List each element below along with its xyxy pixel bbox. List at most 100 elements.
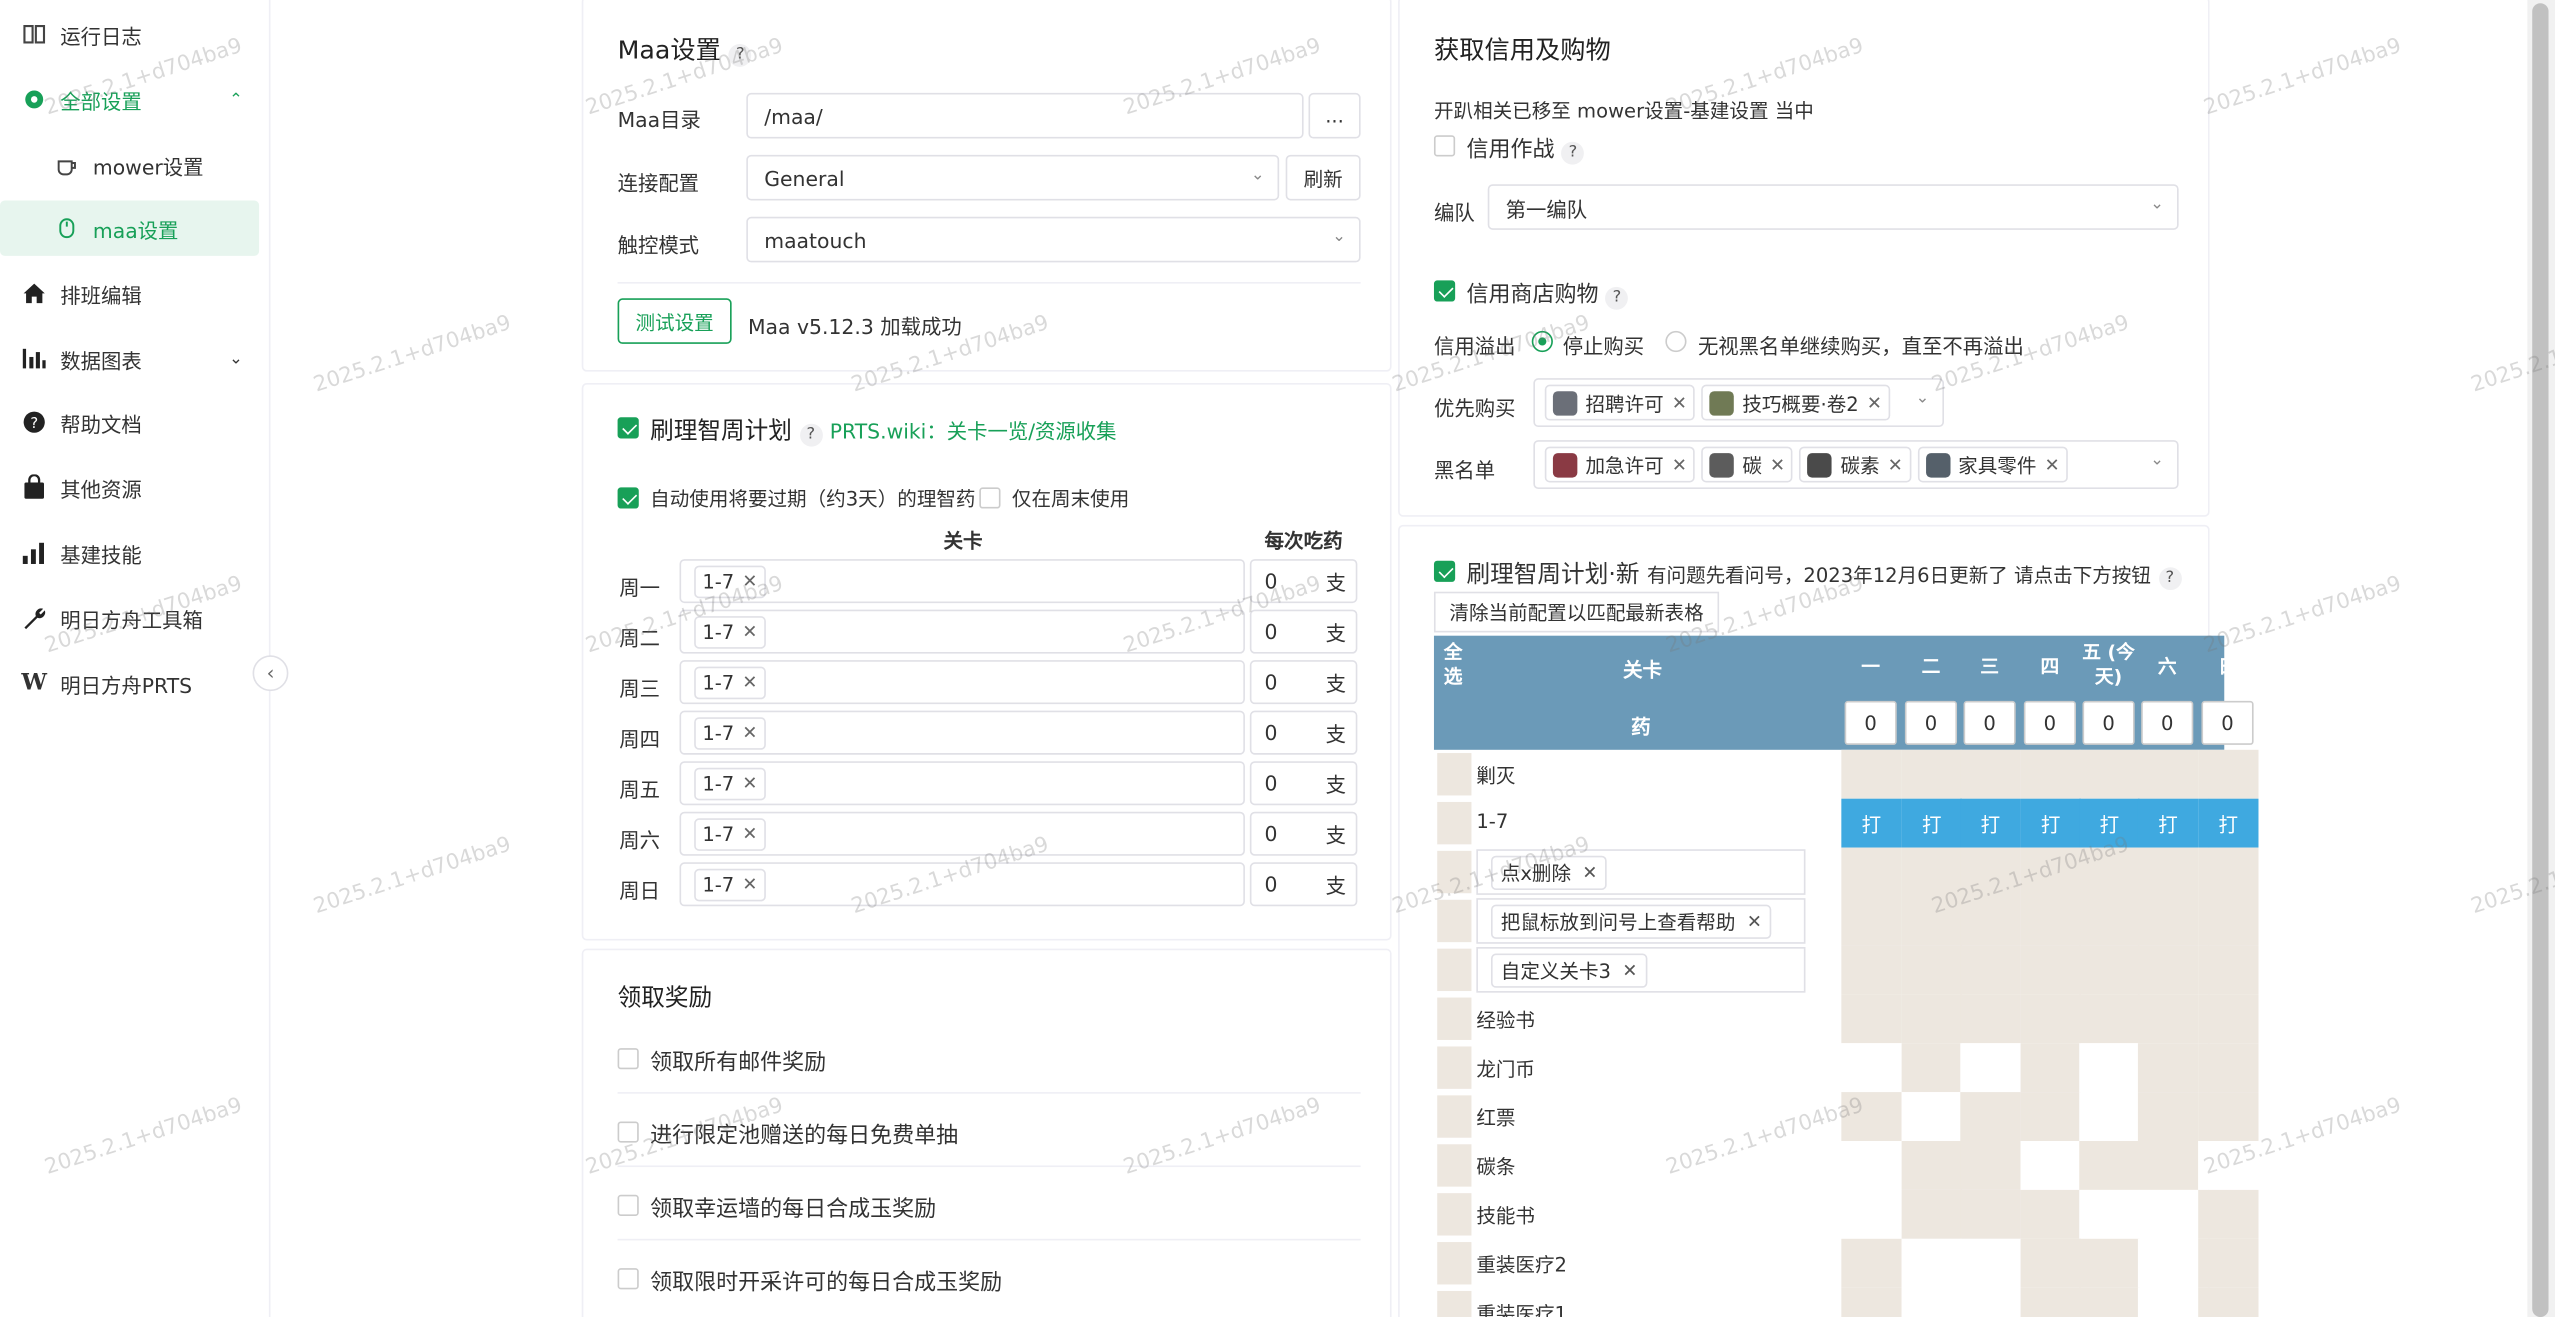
plan-cell[interactable]	[2137, 945, 2199, 995]
row-select-cell[interactable]	[1437, 801, 1472, 845]
close-icon[interactable]: ✕	[1582, 861, 1597, 882]
close-icon[interactable]: ✕	[742, 874, 757, 895]
stage-select[interactable]: 1-7 ✕	[679, 710, 1245, 755]
plan-cell[interactable]: 打	[2198, 798, 2259, 848]
close-icon[interactable]: ✕	[1888, 454, 1903, 475]
potion-input[interactable]: 0支	[1249, 660, 1358, 705]
plan-cell[interactable]	[2079, 994, 2140, 1044]
help-icon[interactable]: ?	[1605, 286, 1629, 309]
potion-input[interactable]: 0支	[1249, 862, 1358, 907]
sidebar-item-toolbox[interactable]: 明日方舟工具箱	[0, 590, 259, 645]
plan-cell[interactable]	[1960, 1141, 2021, 1190]
row-select-cell[interactable]	[1437, 1144, 1472, 1187]
potion-input[interactable]: 0支	[1249, 811, 1358, 856]
plan-cell[interactable]	[2198, 1043, 2259, 1093]
credit-battle-checkbox[interactable]	[1433, 135, 1456, 157]
scrollbar-thumb[interactable]	[2532, 3, 2549, 1317]
plan-cell[interactable]	[1841, 1287, 1902, 1317]
row-select-cell[interactable]	[1437, 850, 1472, 894]
plan-cell[interactable]	[2137, 1092, 2199, 1141]
stage-select[interactable]: 1-7 ✕	[679, 811, 1245, 856]
sidebar-item-help[interactable]: ? 帮助文档	[0, 394, 259, 449]
reward-checkbox[interactable]	[617, 1194, 639, 1216]
touch-mode-select[interactable]: maatouch ⌄	[746, 216, 1361, 263]
plan-cell[interactable]	[2137, 1189, 2199, 1239]
plan-cell[interactable]	[2079, 896, 2140, 946]
plan-cell[interactable]	[2137, 847, 2199, 897]
conn-config-select[interactable]: General ⌄	[746, 154, 1280, 201]
custom-stage-input[interactable]: 把鼠标放到问号上查看帮助 ✕	[1476, 898, 1806, 944]
plan-cell[interactable]	[1901, 1043, 1962, 1093]
plan-cell[interactable]	[2198, 994, 2259, 1044]
close-icon[interactable]: ✕	[1867, 392, 1882, 413]
plan-cell[interactable]	[2079, 1141, 2140, 1190]
plan-cell[interactable]	[1841, 1238, 1902, 1288]
plan-cell[interactable]	[2137, 1238, 2199, 1288]
reward-checkbox[interactable]	[617, 1121, 639, 1143]
plan-cell[interactable]	[2137, 1043, 2199, 1093]
plan-cell[interactable]	[1960, 994, 2021, 1044]
sidebar-item-schedule[interactable]: 排班编辑	[0, 266, 259, 321]
plan-cell[interactable]	[2020, 994, 2081, 1044]
plan-cell[interactable]	[2020, 1092, 2081, 1141]
sidebar-collapse-button[interactable]: ‹	[252, 655, 289, 692]
plan-cell[interactable]: 打	[2079, 798, 2140, 848]
stage-select[interactable]: 1-7 ✕	[679, 609, 1245, 654]
plan-cell[interactable]	[2020, 1043, 2081, 1093]
plan-cell[interactable]	[2020, 749, 2081, 799]
plan-cell[interactable]	[2137, 749, 2199, 799]
close-icon[interactable]: ✕	[1622, 959, 1637, 980]
plan-cell[interactable]	[2020, 847, 2081, 897]
plan-cell[interactable]	[2079, 945, 2140, 995]
plan-cell[interactable]	[2079, 1092, 2140, 1141]
sidebar-item-base-skills[interactable]: 基建技能	[0, 525, 259, 580]
custom-stage-input[interactable]: 自定义关卡3 ✕	[1476, 947, 1806, 993]
stage-select[interactable]: 1-7 ✕	[679, 559, 1245, 604]
credit-shop-checkbox[interactable]	[1433, 280, 1456, 302]
plan-cell[interactable]: 打	[2137, 798, 2199, 848]
plan-cell[interactable]: 打	[2020, 798, 2081, 848]
plan-cell[interactable]	[1901, 945, 1962, 995]
close-icon[interactable]: ✕	[1672, 392, 1687, 413]
stage-select[interactable]: 1-7 ✕	[679, 761, 1245, 806]
plan-cell[interactable]	[1901, 1287, 1962, 1317]
plan-cell[interactable]	[2198, 1189, 2259, 1239]
close-icon[interactable]: ✕	[742, 722, 757, 743]
custom-stage-input[interactable]: 点x删除 ✕	[1476, 849, 1806, 895]
plan-cell[interactable]	[2079, 1287, 2140, 1317]
prts-wiki-link[interactable]: PRTS.wiki：关卡一览/资源收集	[830, 419, 1117, 443]
maa-dir-browse-button[interactable]: ...	[1308, 92, 1361, 139]
reward-checkbox[interactable]	[617, 1268, 639, 1290]
sidebar-item-prts[interactable]: W 明日方舟PRTS	[0, 655, 259, 710]
plan-cell[interactable]	[1841, 749, 1902, 799]
sidebar-item-charts[interactable]: 数据图表 ⌄	[0, 331, 259, 386]
plan-cell[interactable]	[1901, 896, 1962, 946]
plan-cell[interactable]	[2198, 1141, 2259, 1190]
help-icon[interactable]: ?	[728, 43, 752, 67]
maa-dir-input[interactable]: /maa/	[746, 92, 1304, 139]
plan-cell[interactable]	[1841, 945, 1902, 995]
plan-cell[interactable]	[1901, 994, 1962, 1044]
priority-select[interactable]: 招聘许可 ✕ 技巧概要·卷2 ✕ ⌄	[1533, 378, 1944, 428]
row-select-cell[interactable]	[1437, 1193, 1472, 1236]
sidebar-item-maa-settings[interactable]: maa设置	[0, 200, 260, 256]
plan-cell[interactable]	[2079, 749, 2140, 799]
plan-cell[interactable]	[2198, 1092, 2259, 1141]
plan-cell[interactable]	[2020, 1238, 2081, 1288]
test-settings-button[interactable]: 测试设置	[617, 298, 732, 344]
team-select[interactable]: 第一编队 ⌄	[1487, 184, 2179, 230]
overflow-ignore-radio[interactable]	[1665, 330, 1687, 353]
plan-cell[interactable]	[2079, 847, 2140, 897]
row-select-cell[interactable]	[1437, 997, 1472, 1040]
potion-input[interactable]: 0支	[1249, 710, 1358, 755]
weekend-only-checkbox[interactable]	[979, 487, 1001, 509]
plan-cell[interactable]	[2020, 1141, 2081, 1190]
sidebar-item-run-log[interactable]: 运行日志	[0, 7, 259, 62]
plan-cell[interactable]	[2020, 1287, 2081, 1317]
blacklist-select[interactable]: 加急许可 ✕ 碳 ✕ 碳素 ✕ 家具零件 ✕ ⌄	[1533, 440, 2179, 489]
close-icon[interactable]: ✕	[742, 823, 757, 844]
plan-cell[interactable]	[2020, 896, 2081, 946]
close-icon[interactable]: ✕	[1747, 910, 1762, 931]
close-icon[interactable]: ✕	[742, 621, 757, 642]
day-potion-input[interactable]: 0	[2082, 700, 2135, 745]
